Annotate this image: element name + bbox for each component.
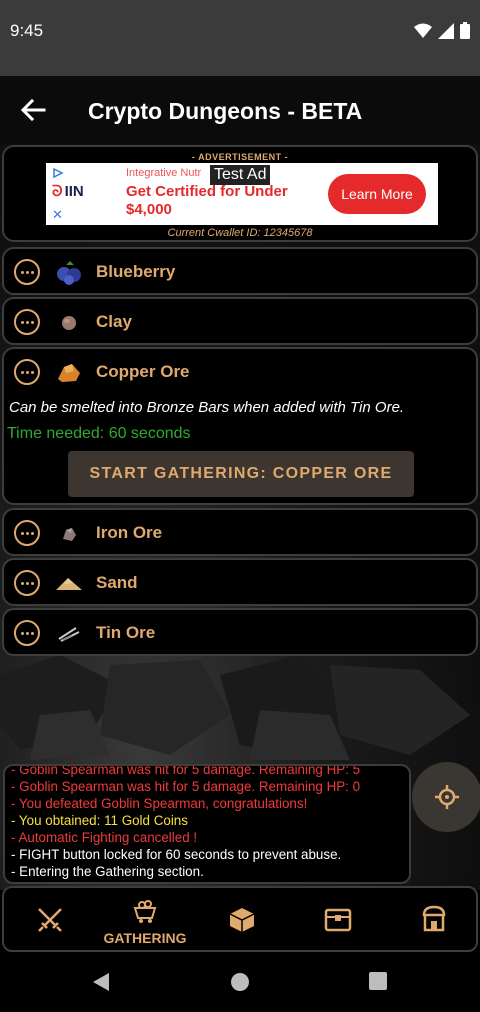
log-line: - Goblin Spearman was hit for 5 damage. …	[11, 779, 361, 794]
log-line: - You obtained: 11 Gold Coins	[11, 813, 188, 828]
ad-info-icon[interactable]	[52, 167, 64, 179]
log-line: - Goblin Spearman was hit for 5 damage. …	[11, 764, 361, 777]
expand-icon[interactable]	[14, 309, 40, 335]
tab-shop[interactable]	[388, 888, 478, 950]
log-line: - Automatic Fighting cancelled !	[11, 830, 198, 845]
signal-icon	[438, 22, 454, 39]
ad-headline: Get Certified for Under $4,000	[126, 183, 288, 218]
tab-gathering[interactable]: GATHERING	[100, 888, 190, 950]
item-name: Iron Ore	[96, 523, 163, 542]
gather-item-clay[interactable]: Clay	[2, 297, 478, 345]
tab-chest[interactable]	[292, 888, 382, 950]
nav-home-icon[interactable]	[230, 972, 250, 992]
expand-icon[interactable]	[14, 259, 40, 285]
gather-item-iron-ore[interactable]: Iron Ore	[2, 508, 478, 556]
ad-label: - ADVERTISEMENT -	[191, 152, 289, 162]
status-bar: 9:45	[0, 0, 480, 76]
battery-icon	[460, 22, 470, 39]
crosshair-icon	[435, 785, 459, 809]
app-bar: Crypto Dungeons - BETA	[0, 76, 480, 144]
system-icons	[414, 22, 470, 39]
log-lines: - Goblin Spearman was hit for 5 damage. …	[11, 764, 361, 880]
gather-item-tin-ore[interactable]: Tin Ore	[2, 608, 478, 656]
ad-subline: Integrative Nutr	[126, 167, 202, 179]
ad-cta-button[interactable]: Learn More	[328, 174, 426, 214]
iron-ore-icon	[63, 528, 76, 541]
log-line: - You defeated Goblin Spearman, congratu…	[11, 796, 308, 811]
clay-icon	[62, 316, 76, 330]
gather-item-blueberry[interactable]: Blueberry	[2, 247, 478, 295]
system-nav-bar	[0, 952, 480, 1012]
rock-texture	[0, 655, 470, 760]
sand-icon	[56, 578, 82, 590]
wallet-id: Current Cwallet ID: 12345678	[167, 227, 313, 239]
item-name: Clay	[96, 312, 132, 331]
wifi-icon	[414, 23, 432, 38]
advertisement-panel: - ADVERTISEMENT - ᘐ IIN ✕ Integrative Nu…	[2, 145, 478, 242]
ad-logo-mark-icon: ᘐ	[52, 183, 63, 200]
treasure-chest-icon	[324, 908, 352, 932]
expand-icon[interactable]	[14, 570, 40, 596]
nav-back-icon[interactable]	[92, 972, 110, 992]
page-title: Crypto Dungeons - BETA	[88, 98, 363, 124]
copper-ore-icon	[58, 364, 80, 382]
back-arrow-icon[interactable]	[18, 96, 48, 124]
gather-item-copper-ore[interactable]: Copper Ore Can be smelted into Bronze Ba…	[2, 347, 478, 505]
start-gathering-button[interactable]: START GATHERING: COPPER ORE	[68, 451, 414, 497]
item-name: Copper Ore	[96, 362, 190, 381]
crate-icon	[229, 908, 255, 932]
status-time: 9:45	[10, 21, 44, 40]
log-line: - Entering the Gathering section.	[11, 864, 204, 879]
crossed-swords-icon	[38, 908, 62, 932]
gathering-cart-icon	[133, 900, 157, 923]
ad-logo-text: IIN	[64, 183, 84, 200]
tab-inventory[interactable]	[196, 888, 286, 950]
gather-item-sand[interactable]: Sand	[2, 558, 478, 606]
tab-fight[interactable]	[4, 888, 94, 950]
item-name: Tin Ore	[96, 623, 156, 642]
nav-recents-icon[interactable]	[369, 972, 387, 990]
blueberry-icon	[57, 261, 81, 285]
shop-icon	[422, 905, 446, 932]
expand-icon[interactable]	[14, 359, 40, 385]
tin-ore-icon	[58, 627, 80, 642]
bottom-nav: GATHERING	[2, 886, 478, 952]
expand-icon[interactable]	[14, 520, 40, 546]
item-name: Blueberry	[96, 262, 176, 281]
ad-logo: ᘐ IIN	[52, 183, 84, 200]
item-name: Sand	[96, 573, 138, 592]
expand-icon[interactable]	[14, 620, 40, 646]
time-needed: Time needed: 60 seconds	[7, 425, 191, 442]
ad-close-icon[interactable]: ✕	[52, 207, 63, 223]
log-line: - FIGHT button locked for 60 seconds to …	[11, 847, 342, 862]
combat-log[interactable]: - Goblin Spearman was hit for 5 damage. …	[3, 764, 411, 884]
target-fab[interactable]	[412, 762, 480, 832]
item-description: Can be smelted into Bronze Bars when add…	[9, 399, 405, 416]
test-ad-badge: Test Ad	[210, 165, 271, 185]
tab-label: GATHERING	[103, 930, 187, 946]
ad-banner[interactable]: ᘐ IIN ✕ Integrative Nutr Get Certified f…	[46, 163, 438, 225]
